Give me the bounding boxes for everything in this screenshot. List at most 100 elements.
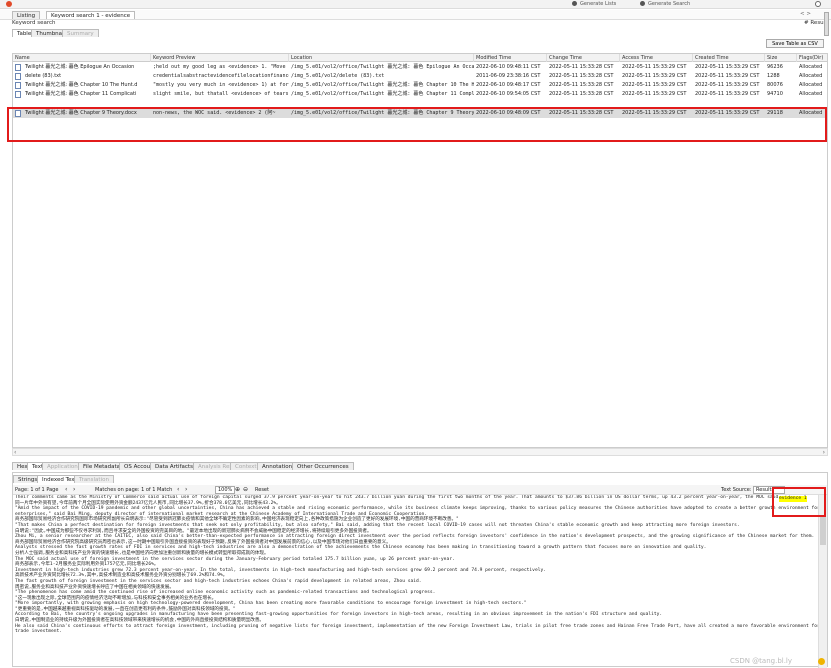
cell-mtime: 2022-06-10 09:54:05 CST [476, 91, 541, 97]
col-size[interactable]: Size [765, 54, 797, 62]
tab-file-metadata[interactable]: File Metadata [78, 462, 125, 470]
content-viewer-tabs: Hex Text Application File Metadata OS Accoun… [12, 462, 828, 471]
table-row[interactable]: delete (83).txt credentialsabstracteviden… [13, 72, 827, 81]
highlight-box-selected-row [7, 107, 827, 142]
table-header: Name Keyword Preview Location Modified T… [13, 54, 827, 62]
cell-size: 96236 [767, 64, 783, 70]
col-access-time[interactable]: Access Time [620, 54, 693, 62]
result-tabbar: Listing Keyword search 1 - evidence < > [0, 10, 831, 20]
cell-location: /img_5.e01/vol2/delete (83).txt [291, 73, 385, 79]
text-line: He also said China's continuous efforts … [15, 623, 818, 629]
view-tabs: Table Thumbnail Summary [12, 28, 122, 37]
text-scroll-thumb[interactable] [820, 515, 826, 545]
table-row[interactable]: Twilight 暮光之城: 暮色 Chapter 10 The Hunt.d "… [13, 81, 827, 90]
generate-lists-icon[interactable] [572, 1, 577, 6]
generate-lists-label[interactable]: Generate Lists [580, 1, 616, 7]
text-line: Their comments came as the Ministry of C… [15, 495, 782, 500]
cell-preview: slight smile, but thatall <evidence> of … [153, 91, 289, 97]
document-icon [15, 91, 21, 98]
zoom-out-icon[interactable]: ⊖ [243, 486, 248, 493]
tab-summary[interactable]: Summary [62, 29, 99, 37]
highlight-box-evidence [772, 487, 826, 517]
cell-preview: credentialsabstractevidencefilelocationf… [153, 73, 289, 79]
scroll-left-icon[interactable]: ‹ [14, 449, 16, 456]
cell-location: /img_5.e01/vol2/office/Twilight 暮光之城: 暮色… [291, 64, 474, 70]
cell-flags: Allocated [799, 64, 823, 70]
save-table-csv-button[interactable]: Save Table as CSV [766, 39, 824, 48]
col-change-time[interactable]: Change Time [547, 54, 620, 62]
text-vertical-scrollbar[interactable] [818, 495, 827, 668]
cell-atime: 2022-05-11 15:33:29 CST [622, 73, 687, 79]
tab-application[interactable]: Application [42, 462, 83, 470]
next-page-icon[interactable]: › [73, 486, 75, 493]
right-scroll-thumb[interactable] [824, 12, 829, 36]
document-icon [15, 82, 21, 89]
text-line: "That makes China a perfect destination … [15, 522, 740, 528]
cell-atime: 2022-05-11 15:33:29 CST [622, 64, 687, 70]
reset-button[interactable]: Reset [255, 487, 269, 493]
cell-name: Twilight 暮光之城: 暮色 Chapter 11 Complicati [25, 91, 137, 97]
zoom-in-icon[interactable]: ⊕ [235, 486, 240, 493]
cell-atime: 2022-05-11 15:33:29 CST [622, 91, 687, 97]
document-icon [15, 73, 21, 80]
cell-name: Twilight 暮光之城: 暮色 Chapter 10 The Hunt.d [25, 82, 138, 88]
status-icon[interactable] [818, 658, 825, 665]
tab-data-artifacts[interactable]: Data Artifacts [150, 462, 198, 470]
page-indicator: Page: 1 of 1 Page [15, 487, 59, 493]
cell-size: 80076 [767, 82, 783, 88]
zoom-level[interactable]: 100% [215, 486, 236, 494]
next-match-icon[interactable]: › [185, 486, 187, 493]
cell-ctime: 2022-05-11 15:33:28 CST [549, 82, 614, 88]
generate-search-label[interactable]: Generate Search [648, 1, 690, 7]
table-row[interactable]: Twilight 暮光之城: 暮色 Chapter 11 Complicati s… [13, 90, 827, 99]
top-toolbar: Generate Lists Generate Search [0, 0, 831, 9]
generate-search-icon[interactable] [640, 1, 645, 6]
tab-listing[interactable]: Listing [12, 11, 41, 19]
app-icon[interactable] [6, 1, 12, 7]
cell-mtime: 2022-06-10 09:48:17 CST [476, 82, 541, 88]
match-indicator: Matches on page: 1 of 1 Match [95, 487, 173, 493]
cell-name: delete (83).txt [25, 73, 62, 79]
settings-icon[interactable] [815, 1, 821, 7]
cell-location: /img_5.e01/vol2/office/Twilight 暮光之城: 暮色… [291, 82, 474, 88]
indexed-text-body[interactable]: Their comments came as the Ministry of C… [13, 495, 818, 668]
text-source-label: Text Source: [721, 487, 752, 493]
table-row[interactable]: Twilight 暮光之城: 暮色 Epilogue An Occasion ;h… [13, 63, 827, 72]
col-flags[interactable]: Flags(Dir) [797, 54, 827, 62]
document-icon [15, 64, 21, 71]
prev-match-icon[interactable]: ‹ [177, 486, 179, 493]
tab-other-occurrences[interactable]: Other Occurrences [292, 462, 354, 470]
cell-mtime: 2011-06-09 23:38:16 CST [476, 73, 541, 79]
cell-size: 94710 [767, 91, 783, 97]
col-location[interactable]: Location [289, 54, 474, 62]
watermark: CSDN @tang.bl.ly [730, 657, 793, 665]
col-keyword-preview[interactable]: Keyword Preview [151, 54, 289, 62]
cell-preview: "mostly you very much in <evidence> 1) a… [153, 82, 289, 88]
col-name[interactable]: Name [13, 54, 151, 62]
keyword-search-label: Keyword search [12, 20, 56, 26]
cell-crtime: 2022-05-11 15:33:29 CST [695, 91, 760, 97]
horizontal-scrollbar[interactable]: ‹ › [12, 448, 828, 456]
cell-ctime: 2022-05-11 15:33:28 CST [549, 64, 614, 70]
tab-keyword-search[interactable]: Keyword search 1 - evidence [46, 11, 136, 19]
cell-size: 1288 [767, 73, 780, 79]
cell-flags: Allocated [799, 73, 823, 79]
prev-page-icon[interactable]: ‹ [65, 486, 67, 493]
cell-ctime: 2022-05-11 15:33:28 CST [549, 91, 614, 97]
col-created-time[interactable]: Created Time [693, 54, 765, 62]
tab-nav-arrows[interactable]: < > [800, 11, 811, 17]
cell-flags: Allocated [799, 91, 823, 97]
col-modified-time[interactable]: Modified Time [474, 54, 547, 62]
text-toolbar: Page: 1 of 1 Page ‹ › Matches on page: 1… [13, 485, 827, 495]
cell-name: Twilight 暮光之城: 暮色 Epilogue An Occasion [25, 64, 135, 70]
cell-location: /img_5.e01/vol2/office/Twilight 暮光之城: 暮色… [291, 91, 474, 97]
sub-tabs: Strings Indexed Text Translation [13, 474, 213, 483]
text-line: "Amid the impact of the COVID-19 pandemi… [15, 506, 818, 512]
cell-crtime: 2022-05-11 15:33:29 CST [695, 64, 760, 70]
scroll-right-icon[interactable]: › [823, 449, 825, 456]
content-viewer: Strings Indexed Text Translation Page: 1… [12, 472, 828, 668]
tab-translation[interactable]: Translation [74, 475, 114, 483]
cell-preview: ;held out my good leg as <evidence> 1. "… [153, 64, 289, 70]
text-line: Zhou Mi, a senior researcher at the CAIT… [15, 534, 815, 540]
cell-atime: 2022-05-11 15:33:29 CST [622, 82, 687, 88]
